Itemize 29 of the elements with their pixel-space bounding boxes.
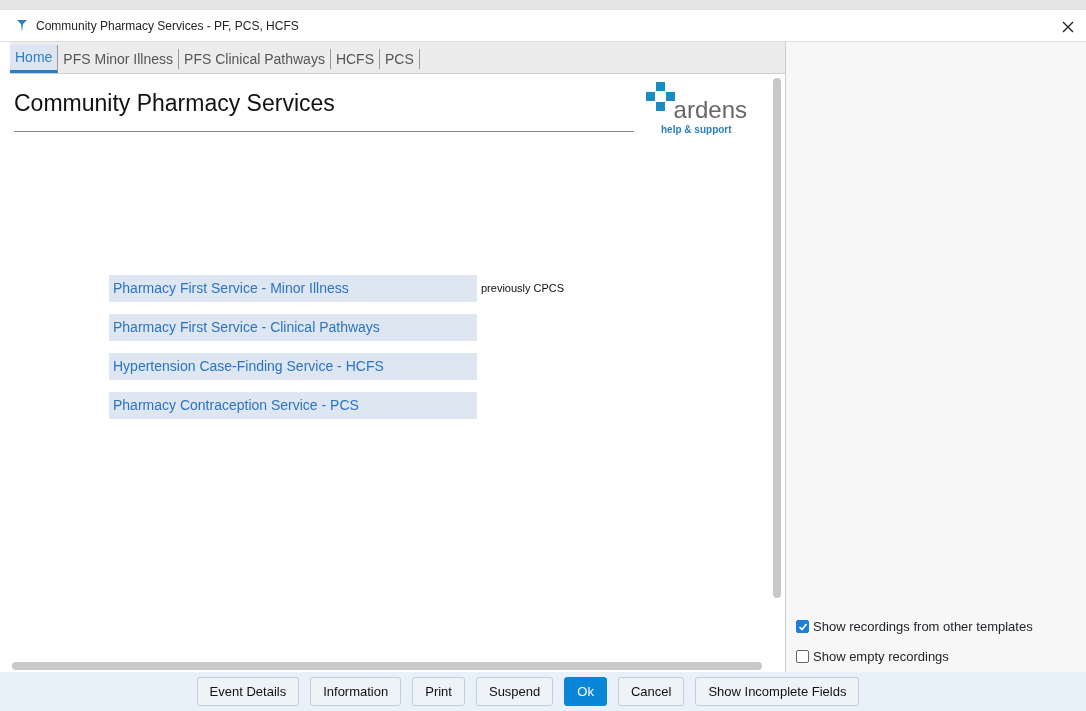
checkbox[interactable] — [796, 649, 809, 663]
service-link[interactable]: Pharmacy First Service - Clinical Pathways — [109, 314, 477, 341]
dialog-button[interactable]: Suspend — [475, 676, 554, 707]
help-link[interactable]: help & support — [661, 122, 732, 137]
check-icon — [797, 621, 808, 632]
checkbox-label[interactable]: Show empty recordings — [813, 646, 949, 666]
logo-word: ardens — [673, 98, 747, 122]
tab[interactable]: HCFS — [330, 49, 380, 69]
scrollbar-thumb[interactable] — [12, 662, 762, 670]
dialog-button[interactable]: Information — [310, 676, 402, 707]
cross-logo-icon — [645, 82, 676, 112]
service-link[interactable]: Pharmacy Contraception Service - PCS — [109, 392, 477, 419]
link-note: previously CPCS — [481, 281, 565, 297]
dialog-button[interactable]: Cancel — [617, 676, 685, 707]
tab[interactable]: PFS Minor Illness — [58, 49, 180, 69]
window-title: Community Pharmacy Services - PF, PCS, HCFS — [36, 17, 299, 35]
checkbox[interactable] — [796, 620, 809, 634]
dialog-button[interactable]: Show Incomplete Fields — [695, 676, 860, 707]
ok-button[interactable]: Ok — [564, 676, 607, 707]
service-link[interactable]: Hypertension Case-Finding Service - HCFS — [109, 353, 477, 380]
dialog-button[interactable]: Event Details — [196, 676, 300, 707]
tab[interactable]: Home — [10, 45, 59, 73]
service-link[interactable]: Pharmacy First Service - Minor Illness — [109, 275, 477, 302]
checkbox-label[interactable]: Show recordings from other templates — [813, 617, 1033, 637]
scrollbar-thumb[interactable] — [773, 78, 781, 598]
dialog-button[interactable]: Print — [412, 676, 465, 707]
tab[interactable]: PCS — [380, 49, 420, 69]
page-heading: Community Pharmacy Services — [14, 89, 336, 118]
tab[interactable]: PFS Clinical Pathways — [179, 49, 331, 69]
